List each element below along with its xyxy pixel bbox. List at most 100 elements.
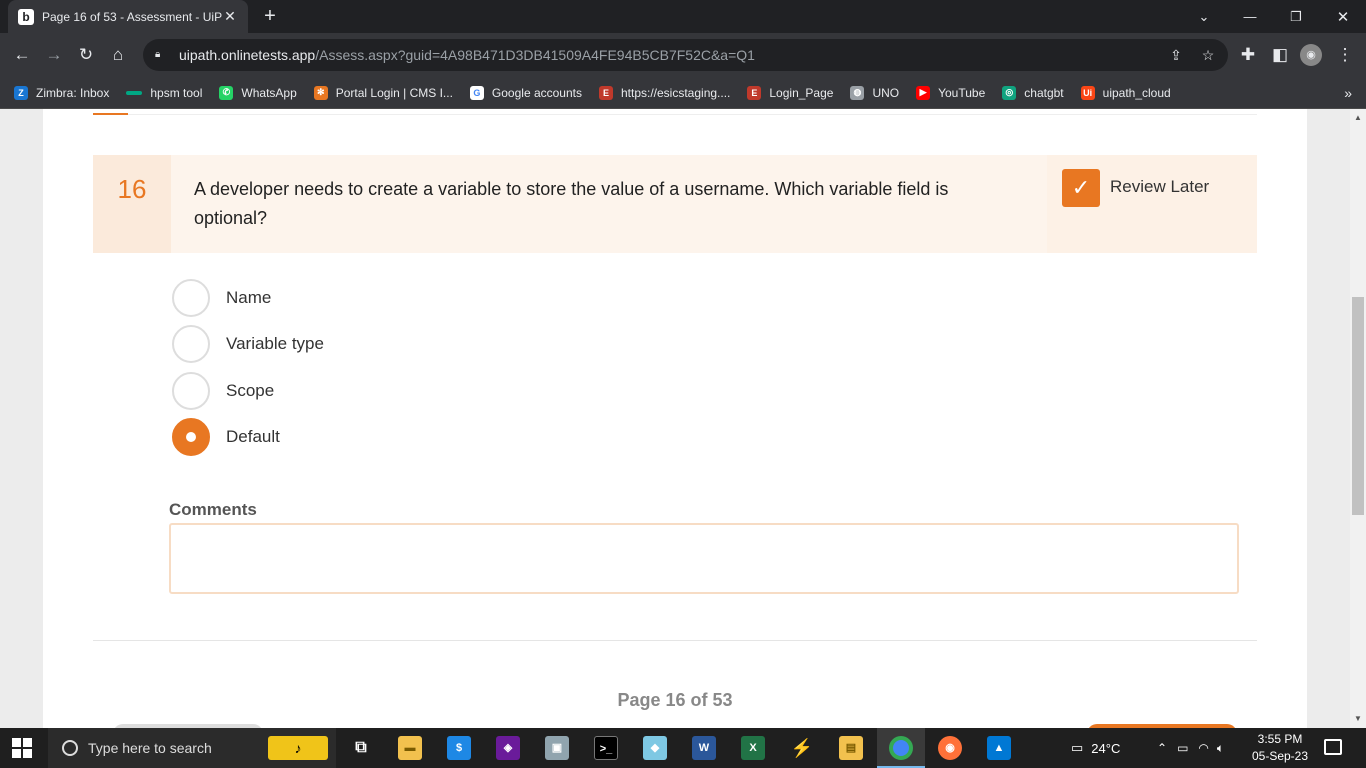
reload-icon[interactable]: ↻ [74, 43, 98, 67]
bookmark-label: Google accounts [491, 85, 582, 100]
comments-textarea[interactable] [169, 523, 1239, 594]
question-number: 16 [93, 155, 171, 253]
bookmark-item[interactable]: Z Zimbra: Inbox [14, 85, 109, 100]
option-label: Name [226, 288, 272, 307]
clock-time: 3:55 PM [1257, 732, 1303, 746]
weather-icon: ▭ [1071, 740, 1084, 755]
taskbar-clock[interactable]: 3:55 PM 05-Sep-23 [1245, 731, 1315, 765]
scroll-down-icon[interactable]: ▼ [1350, 714, 1366, 723]
forward-icon[interactable]: → [42, 43, 66, 67]
review-later-panel: ✓ Review Later [1047, 155, 1257, 253]
bookmark-label: Portal Login | CMS I... [335, 85, 453, 100]
bookmark-item[interactable]: G Google accounts [469, 85, 582, 100]
browser-tab-active[interactable]: b Page 16 of 53 - Assessment - UiP ✕ [8, 0, 248, 33]
menu-kebab-icon[interactable]: ⋮ [1333, 43, 1357, 67]
option-radio-selected[interactable] [172, 418, 210, 456]
review-later-label[interactable]: Review Later [1110, 177, 1209, 197]
whatsapp-icon: ✆ [219, 85, 234, 100]
bookmark-item[interactable]: ✻ Portal Login | CMS I... [313, 85, 453, 100]
bookmarks-overflow-icon[interactable]: » [1344, 85, 1352, 101]
search-placeholder: Type here to search [88, 740, 212, 756]
notification-icon[interactable] [1324, 739, 1342, 755]
restore-button[interactable]: ❐ [1273, 0, 1319, 33]
close-window-button[interactable]: ✕ [1320, 0, 1366, 33]
paint-icon[interactable]: ◆ [643, 736, 667, 760]
task-view-icon[interactable]: ⧉ [349, 736, 373, 760]
bookmark-item[interactable]: Ehttps://esicstaging.... [598, 85, 730, 100]
bookmark-item[interactable]: ◍ UNO [850, 85, 900, 100]
page-viewport: 16 A developer needs to create a variabl… [0, 109, 1350, 728]
review-later-checkbox[interactable]: ✓ [1062, 169, 1100, 207]
weather-widget[interactable]: ▭ 24°C [1071, 728, 1120, 768]
side-panel-icon[interactable]: ◧ [1268, 43, 1292, 67]
wifi-icon[interactable]: ◠ [1198, 741, 1208, 755]
remote-desktop-icon[interactable]: ▣ [545, 736, 569, 760]
chrome-icon[interactable] [889, 736, 913, 760]
option-radio[interactable] [172, 279, 210, 317]
windows-taskbar: Type here to search ♪ ⧉ ▬ $ ◈ ▣ >_ ◆ W X… [0, 728, 1366, 768]
checkmark-icon: ✓ [1071, 175, 1091, 200]
system-tray[interactable]: ⌃ ▭ ◠ 🔈︎ [1157, 728, 1224, 768]
bookmark-item[interactable]: ✆ WhatsApp [219, 85, 297, 100]
bookmark-item[interactable]: Ui uipath_cloud [1080, 85, 1171, 100]
zimbra-icon: Z [14, 85, 28, 100]
accent-bar [93, 113, 128, 115]
share-icon[interactable]: ⇪ [1167, 47, 1185, 65]
back-icon[interactable]: ← [10, 43, 34, 67]
dollar-app-icon[interactable]: $ [447, 736, 471, 760]
portal-icon: ✻ [313, 85, 328, 100]
volume-icon[interactable]: 🔈︎ [1217, 741, 1224, 756]
lock-icon[interactable]: 🔒︎ [155, 49, 167, 61]
question-text: A developer needs to create a variable t… [194, 179, 949, 228]
answer-option[interactable]: Variable type [172, 325, 324, 363]
login-page-icon: E [747, 85, 762, 100]
bookmark-label: UNO [872, 85, 900, 100]
hpsm-icon [126, 90, 143, 95]
extensions-icon[interactable]: ✚ [1236, 43, 1260, 67]
word-icon[interactable]: W [692, 736, 716, 760]
uipath-icon: Ui [1080, 85, 1095, 100]
page-indicator: Page 16 of 53 [617, 690, 733, 710]
page-scrollbar[interactable]: ▲ ▼ [1350, 109, 1366, 728]
photos-icon[interactable]: ▲ [987, 736, 1011, 760]
tab-search-icon[interactable]: ⌄ [1181, 0, 1227, 33]
terminal-icon[interactable]: >_ [594, 736, 618, 760]
scroll-up-icon[interactable]: ▲ [1350, 113, 1366, 122]
answer-option[interactable]: Default [172, 418, 280, 456]
url-path: /Assess.aspx?guid=4A98B471D3DB41509A4FE9… [315, 47, 755, 63]
battery-icon[interactable]: ▭ [1177, 741, 1188, 755]
home-icon[interactable]: ⌂ [106, 43, 130, 67]
browser-toolbar: ← → ↻ ⌂ 🔒︎ uipath.onlinetests.app/Assess… [0, 33, 1366, 77]
bookmark-label: Login_Page [769, 85, 834, 100]
answer-option[interactable]: Scope [172, 372, 274, 410]
browser-tab-strip: b Page 16 of 53 - Assessment - UiP ✕ + ⌄… [0, 0, 1366, 33]
tab-close-icon[interactable]: ✕ [222, 8, 238, 25]
bookmark-item[interactable]: ◎ chatgbt [1002, 85, 1064, 100]
folder-shared-icon[interactable]: ▤ [839, 736, 863, 760]
bookmark-star-icon[interactable]: ☆ [1199, 47, 1217, 65]
file-explorer-icon[interactable]: ▬ [398, 736, 422, 760]
tab-title: Page 16 of 53 - Assessment - UiP [42, 9, 222, 24]
bookmark-item[interactable]: E Login_Page [747, 85, 834, 100]
address-bar[interactable]: 🔒︎ uipath.onlinetests.app/Assess.aspx?gu… [143, 39, 1228, 71]
profile-avatar[interactable]: ◉ [1300, 44, 1322, 66]
firefox-icon[interactable]: ◉ [938, 736, 962, 760]
vpn-app-icon[interactable]: ◈ [496, 736, 520, 760]
option-radio[interactable] [172, 372, 210, 410]
new-tab-button[interactable]: + [258, 4, 282, 28]
bookmark-item[interactable]: ▶ YouTube [916, 85, 985, 100]
youtube-icon: ▶ [916, 85, 931, 100]
answer-option[interactable]: Name [172, 279, 271, 317]
scrollbar-thumb[interactable] [1352, 297, 1364, 515]
bookmark-item[interactable]: hpsm tool [126, 86, 202, 100]
tray-overflow-icon[interactable]: ⌃ [1157, 741, 1167, 755]
option-radio[interactable] [172, 325, 210, 363]
assessment-card: 16 A developer needs to create a variabl… [43, 109, 1307, 728]
windows-start-icon[interactable] [12, 738, 32, 758]
excel-icon[interactable]: X [741, 736, 765, 760]
power-automate-icon[interactable]: ⚡ [790, 736, 814, 760]
option-label: Scope [226, 381, 275, 400]
globe-icon: ◍ [850, 85, 865, 100]
minimize-button[interactable]: — [1227, 0, 1273, 33]
onlinetests-favicon-icon: b [18, 8, 34, 25]
